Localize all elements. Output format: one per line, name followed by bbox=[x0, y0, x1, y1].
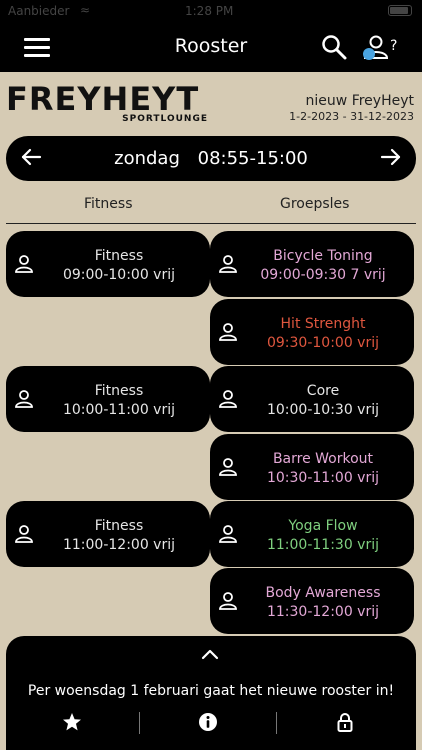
class-card[interactable]: Bicycle Toning 09:00-09:30 7 vrij bbox=[210, 231, 414, 297]
class-time: 11:00-11:30 vrij bbox=[266, 537, 379, 553]
person-icon bbox=[15, 390, 33, 408]
bottom-panel: Per woensdag 1 februari gaat het nieuwe … bbox=[6, 636, 416, 750]
class-card[interactable]: Fitness 09:00-10:00 vrij bbox=[6, 231, 210, 297]
day-label: zondag 08:55-15:00 bbox=[6, 148, 416, 169]
status-time: 1:28 PM bbox=[185, 4, 234, 18]
class-time: 09:30-10:00 vrij bbox=[266, 335, 379, 351]
class-time: 11:30-12:00 vrij bbox=[266, 604, 379, 620]
class-card[interactable]: Fitness 10:00-11:00 vrij bbox=[6, 366, 210, 432]
class-card[interactable]: Hit Strenght 09:30-10:00 vrij bbox=[210, 299, 414, 365]
person-icon bbox=[219, 592, 237, 610]
class-time: 10:00-11:00 vrij bbox=[62, 402, 175, 418]
day-hours: 08:55-15:00 bbox=[197, 148, 308, 169]
person-icon bbox=[219, 323, 237, 341]
person-icon bbox=[219, 390, 237, 408]
notice-text: Per woensdag 1 februari gaat het nieuwe … bbox=[27, 683, 395, 699]
status-bar: Aanbieder ≈ 1:28 PM bbox=[0, 0, 422, 22]
schedule-info: nieuw FreyHeyt 1-2-2023 - 31-12-2023 bbox=[289, 92, 414, 124]
column-header-groepsles: Groepsles bbox=[280, 196, 350, 212]
person-icon bbox=[15, 525, 33, 543]
person-icon bbox=[15, 255, 33, 273]
battery-icon bbox=[388, 5, 412, 16]
chevron-up-icon[interactable] bbox=[201, 648, 219, 660]
class-time: 10:30-11:00 vrij bbox=[266, 470, 379, 486]
day-name: zondag bbox=[114, 148, 180, 169]
class-name: Hit Strenght bbox=[280, 316, 366, 332]
class-name: Core bbox=[306, 383, 340, 399]
class-name: Yoga Flow bbox=[288, 518, 358, 534]
class-card[interactable]: Barre Workout 10:30-11:00 vrij bbox=[210, 434, 414, 500]
class-name: Fitness bbox=[94, 383, 144, 399]
schedule-range: 1-2-2023 - 31-12-2023 bbox=[289, 110, 414, 123]
logo-subtext: SPORTLOUNGE bbox=[122, 114, 208, 124]
class-name: Fitness bbox=[94, 518, 144, 534]
class-card[interactable]: Core 10:00-10:30 vrij bbox=[210, 366, 414, 432]
page-title: Rooster bbox=[174, 35, 248, 57]
user-help-icon[interactable]: ? bbox=[362, 34, 402, 62]
class-time: 09:00-09:30 7 vrij bbox=[260, 267, 386, 283]
nav-bar: Rooster ? bbox=[0, 22, 422, 72]
person-icon bbox=[219, 525, 237, 543]
help-mark: ? bbox=[390, 38, 397, 54]
person-icon bbox=[219, 458, 237, 476]
class-card[interactable]: Yoga Flow 11:00-11:30 vrij bbox=[210, 501, 414, 567]
class-name: Fitness bbox=[94, 248, 144, 264]
tab-divider bbox=[276, 712, 277, 734]
star-icon[interactable] bbox=[62, 712, 82, 732]
logo-text: FREYHEYT bbox=[6, 80, 200, 118]
class-name: Body Awareness bbox=[265, 585, 381, 601]
lock-icon[interactable] bbox=[335, 712, 355, 732]
class-name: Barre Workout bbox=[272, 451, 374, 467]
class-time: 10:00-10:30 vrij bbox=[266, 402, 379, 418]
info-icon[interactable] bbox=[198, 712, 218, 732]
schedule-name: nieuw FreyHeyt bbox=[305, 93, 414, 109]
arrow-right-icon[interactable] bbox=[380, 146, 402, 168]
carrier-label: Aanbieder bbox=[8, 4, 70, 18]
wifi-icon: ≈ bbox=[80, 3, 91, 17]
tab-divider bbox=[139, 712, 140, 734]
search-icon[interactable] bbox=[321, 34, 347, 60]
person-icon bbox=[219, 255, 237, 273]
column-header-fitness: Fitness bbox=[84, 196, 133, 212]
class-name: Bicycle Toning bbox=[273, 248, 373, 264]
day-selector: zondag 08:55-15:00 bbox=[6, 136, 416, 181]
class-time: 09:00-10:00 vrij bbox=[62, 267, 175, 283]
columns-header: Fitness Groepsles bbox=[6, 194, 416, 224]
class-card[interactable]: Fitness 11:00-12:00 vrij bbox=[6, 501, 210, 567]
class-card[interactable]: Body Awareness 11:30-12:00 vrij bbox=[210, 568, 414, 634]
brand-logo: FREYHEYT SPORTLOUNGE bbox=[6, 80, 216, 128]
class-time: 11:00-12:00 vrij bbox=[62, 537, 175, 553]
